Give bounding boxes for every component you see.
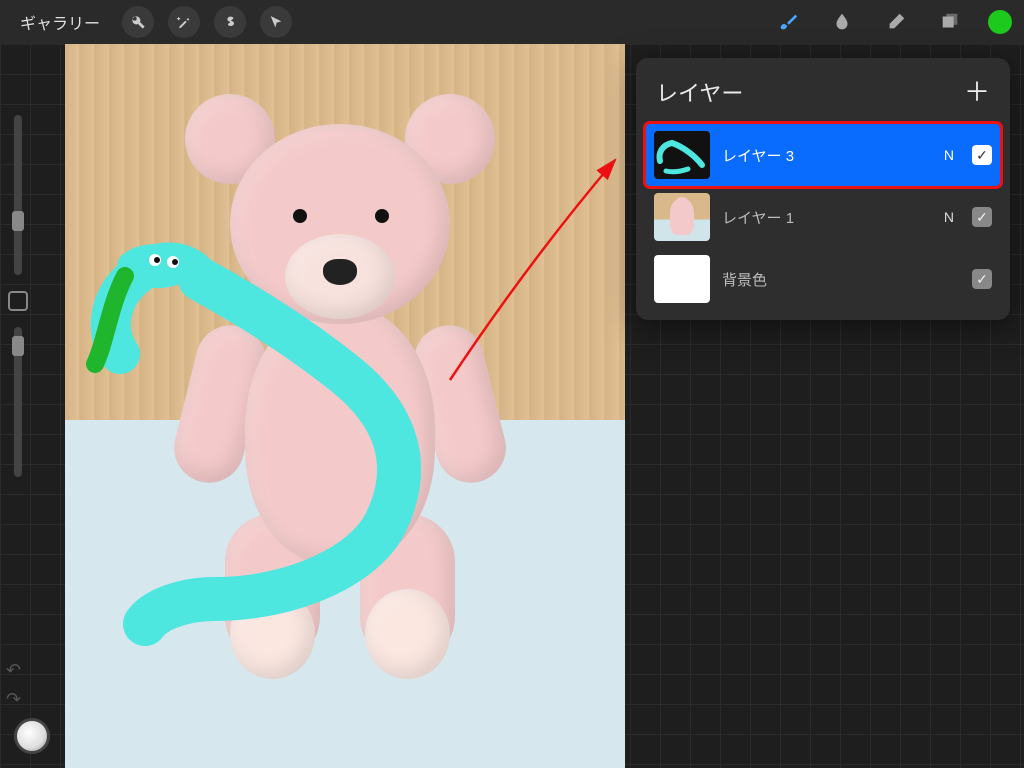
layer-visibility-checkbox[interactable]: ✓ <box>972 207 992 227</box>
redo-button[interactable]: ↷ <box>6 689 21 710</box>
layer-thumbnail <box>654 255 710 303</box>
layer-name-label: 背景色 <box>722 269 942 290</box>
undo-button[interactable]: ↶ <box>6 660 21 681</box>
smudge-icon <box>831 11 853 33</box>
brush-size-thumb[interactable] <box>12 211 24 231</box>
shape-toggle-button[interactable] <box>8 291 28 311</box>
layers-panel-title: レイヤー <box>656 76 743 108</box>
smudge-tool-button[interactable] <box>826 6 858 38</box>
brush-opacity-slider[interactable] <box>14 327 22 477</box>
layer-blend-mode[interactable]: N <box>944 147 954 163</box>
layers-tool-button[interactable] <box>934 6 966 38</box>
active-color-swatch[interactable] <box>988 10 1012 34</box>
layer-row-3[interactable]: レイヤー 3 N ✓ <box>646 124 1000 186</box>
drawing-canvas[interactable] <box>65 44 625 768</box>
eraser-icon <box>885 11 907 33</box>
add-layer-button[interactable]: ＋ <box>964 79 990 105</box>
selection-tool-button[interactable] <box>214 6 246 38</box>
layer-row-1[interactable]: レイヤー 1 N ✓ <box>646 186 1000 248</box>
layers-icon <box>939 11 961 33</box>
layer-row-background[interactable]: 背景色 ✓ <box>646 248 1000 310</box>
selection-s-icon <box>222 14 238 30</box>
transform-tool-button[interactable] <box>260 6 292 38</box>
layer-visibility-checkbox[interactable]: ✓ <box>972 145 992 165</box>
magic-tool-button[interactable] <box>168 6 200 38</box>
layer-name-label: レイヤー 3 <box>722 145 932 166</box>
adjustments-tool-button[interactable] <box>122 6 154 38</box>
paintbrush-icon <box>777 11 799 33</box>
layer-thumbnail <box>654 193 710 241</box>
top-toolbar: ギャラリー <box>0 0 1024 44</box>
brush-tool-button[interactable] <box>772 6 804 38</box>
wrench-icon <box>130 14 146 30</box>
layers-panel: レイヤー ＋ レイヤー 3 N ✓ レイヤー 1 N ✓ 背景色 ✓ <box>636 58 1010 320</box>
left-sidebar <box>6 115 30 477</box>
eraser-tool-button[interactable] <box>880 6 912 38</box>
layer-name-label: レイヤー 1 <box>722 207 932 228</box>
brush-size-slider[interactable] <box>14 115 22 275</box>
wand-icon <box>176 14 192 30</box>
gallery-button[interactable]: ギャラリー <box>12 6 108 38</box>
eyedropper-color-button[interactable] <box>14 718 50 754</box>
cursor-icon <box>268 14 284 30</box>
layer-thumbnail <box>654 131 710 179</box>
layer-visibility-checkbox[interactable]: ✓ <box>972 269 992 289</box>
brush-opacity-thumb[interactable] <box>12 336 24 356</box>
layer-blend-mode[interactable]: N <box>944 209 954 225</box>
undo-redo-group: ↶ ↷ <box>6 660 21 710</box>
teddy-bear-artwork <box>175 84 505 684</box>
